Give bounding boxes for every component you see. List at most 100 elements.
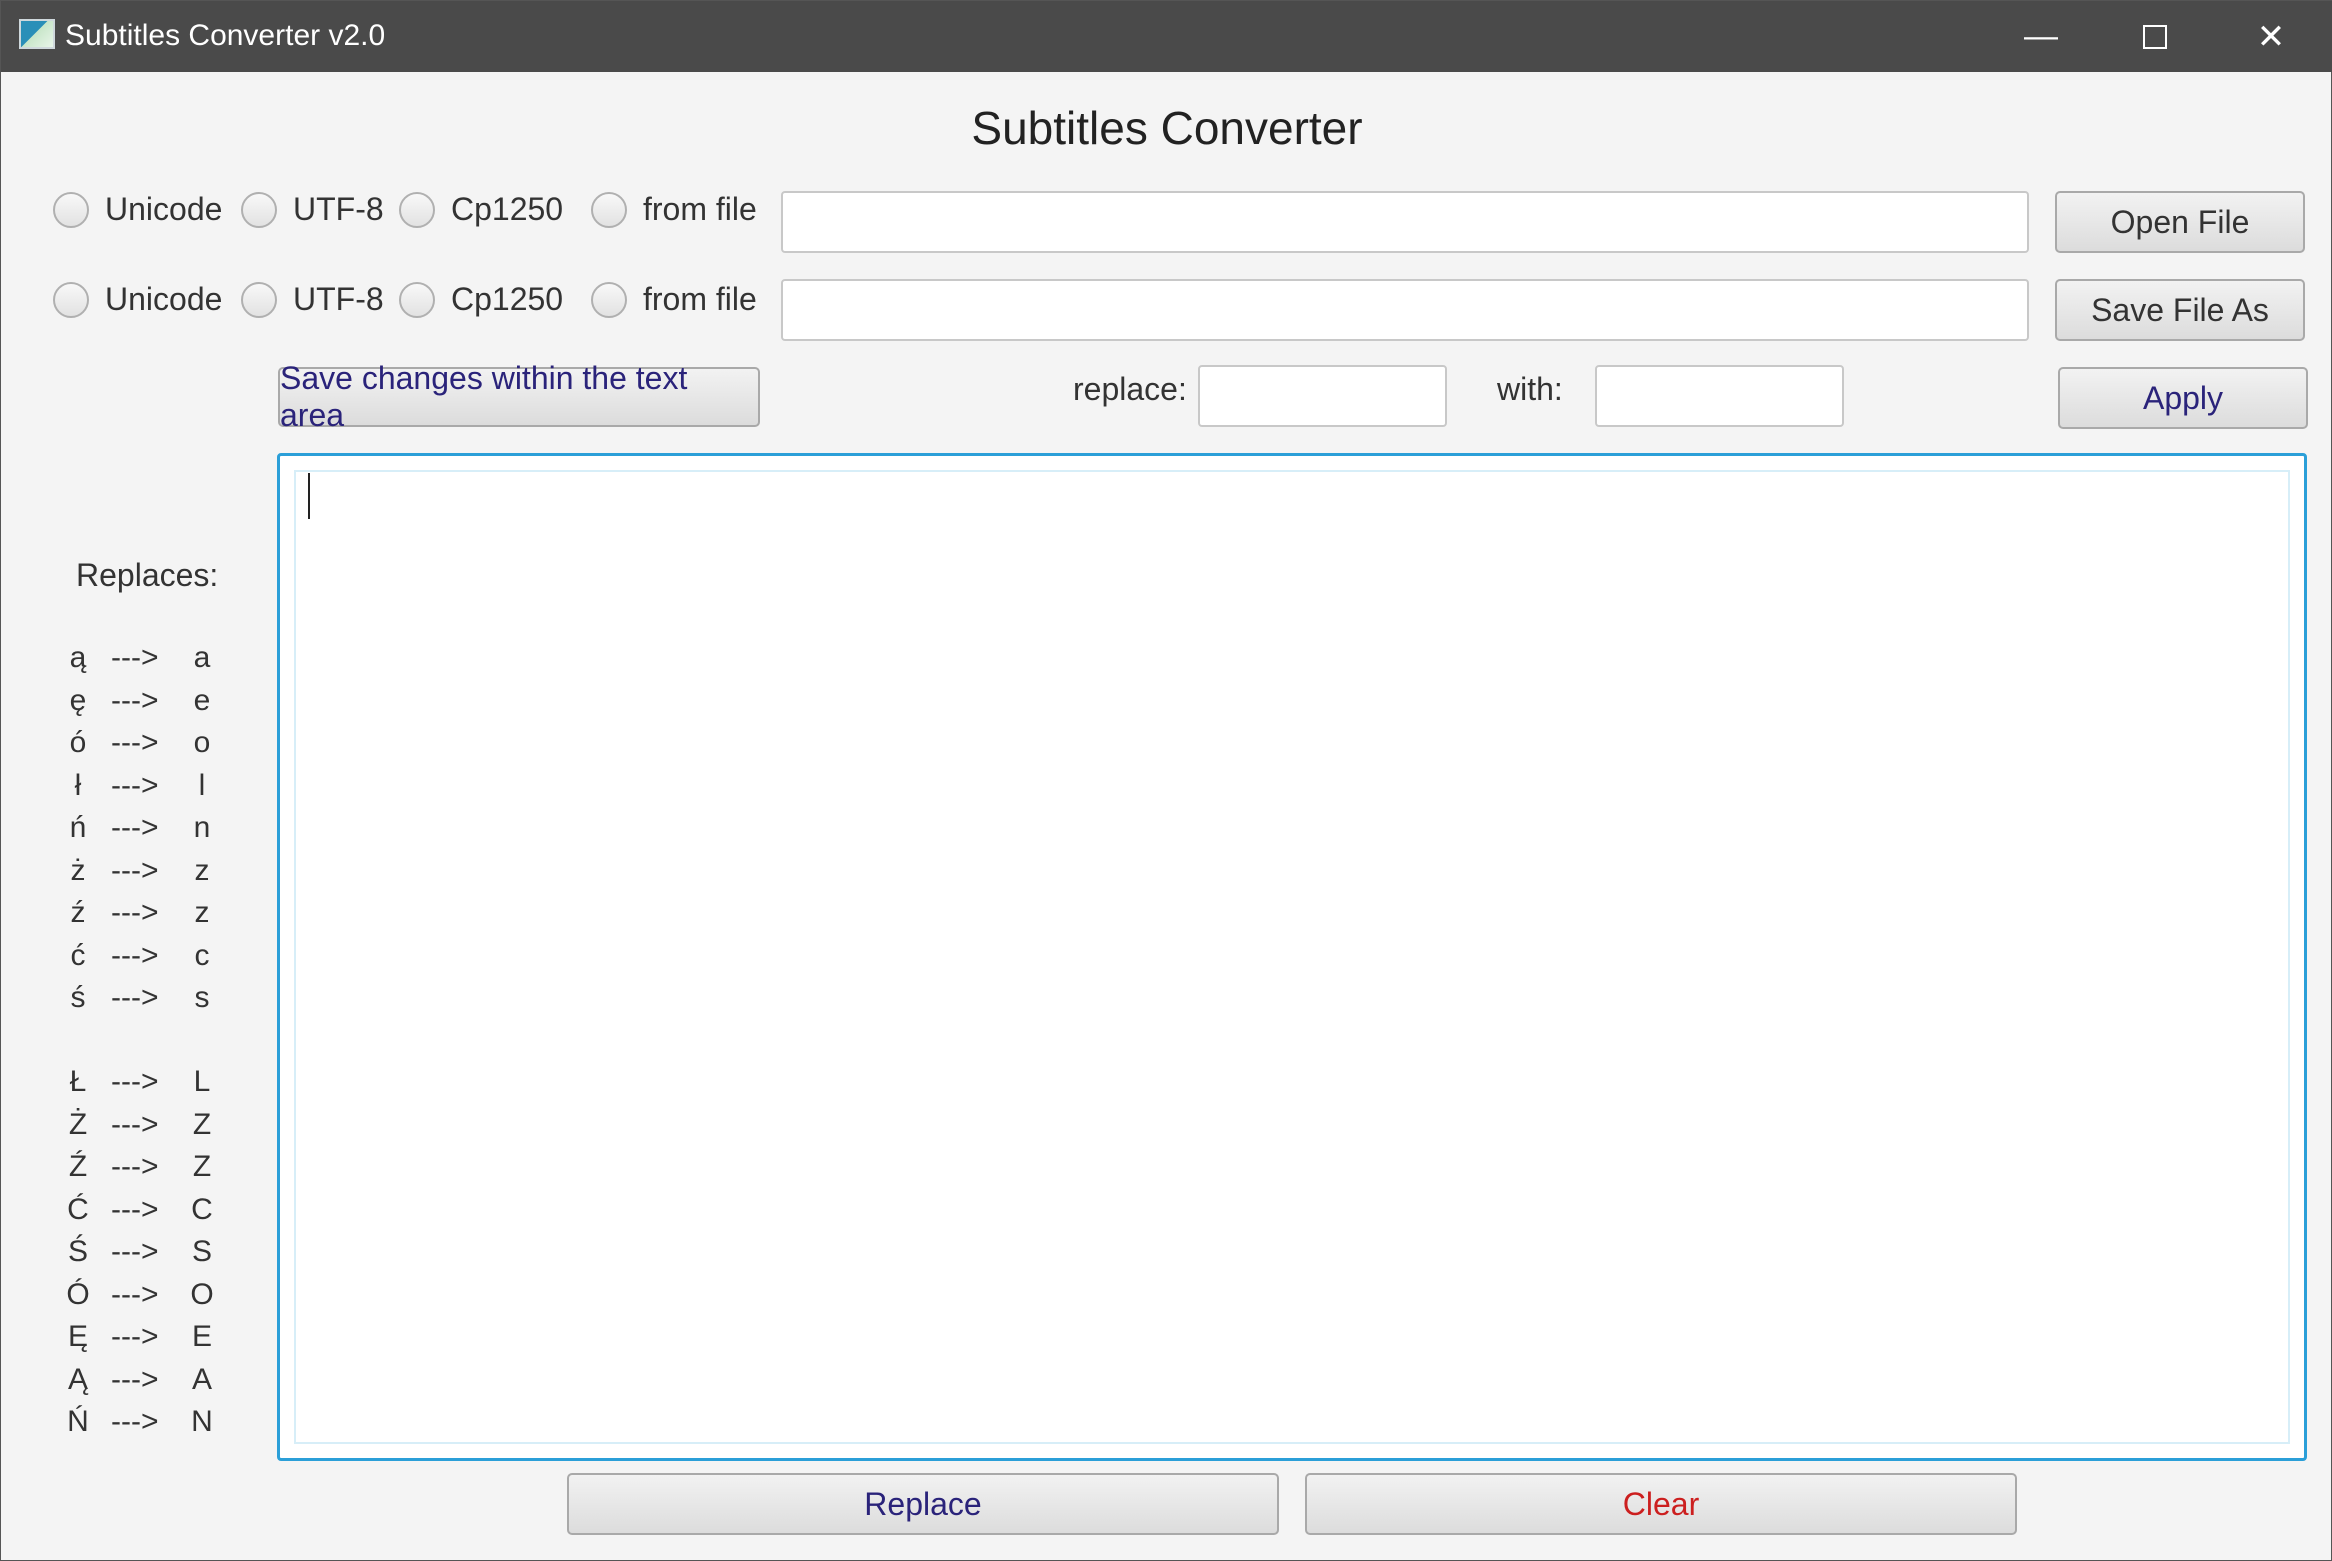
replacement-arrow: ---> [111, 683, 159, 717]
replacement-row: Ł ---> L [1, 1065, 261, 1107]
save-changes-button[interactable]: Save changes within the text area [278, 360, 760, 433]
radio-circle[interactable] [53, 281, 89, 318]
open-file-button[interactable]: Open File [2055, 191, 2305, 253]
replacement-from: ś [70, 981, 86, 1014]
minimize-button[interactable]: — [1985, 1, 2097, 72]
replacement-arrow: ---> [111, 1150, 159, 1183]
radio-circle[interactable] [591, 191, 627, 228]
output-utf8-radio[interactable]: UTF-8 [241, 281, 384, 318]
replacement-to: E [191, 1320, 212, 1353]
replacement-row: Ń ---> N [1, 1405, 261, 1447]
replacement-to: z [194, 896, 210, 929]
app-window: Subtitles Converter v2.0 — ✕ Subtitles C… [0, 0, 2332, 1561]
replace-button[interactable]: Replace [567, 1473, 1279, 1535]
replacement-row: ł ---> l [1, 769, 261, 811]
apply-button[interactable]: Apply [2058, 367, 2308, 429]
replacement-to: Z [192, 1107, 212, 1141]
replacement-row: Ś ---> S [1, 1235, 261, 1277]
replacement-from: Ś [67, 1235, 88, 1268]
radio-label: Cp1250 [451, 281, 564, 317]
replacement-arrow: ---> [111, 1065, 159, 1098]
replacement-arrow: ---> [111, 1107, 159, 1141]
replace-label: replace: [1073, 371, 1187, 407]
replacement-row: ź ---> z [1, 896, 261, 938]
radio-circle[interactable] [399, 281, 435, 318]
title-bar[interactable]: Subtitles Converter v2.0 — ✕ [1, 1, 2332, 72]
replacement-from: ę [69, 683, 87, 717]
replacement-arrow: ---> [111, 896, 159, 929]
maximize-button[interactable] [2099, 1, 2211, 72]
close-button[interactable]: ✕ [2215, 1, 2327, 72]
input-from-file-radio[interactable]: from file [591, 191, 757, 228]
minimize-icon: — [2024, 17, 2058, 55]
replacement-row: Ż ---> Z [1, 1108, 261, 1150]
radio-label: from file [643, 191, 757, 227]
replacement-arrow: ---> [111, 726, 159, 759]
replacement-arrow: ---> [111, 1277, 159, 1311]
radio-circle[interactable] [53, 191, 89, 228]
replacement-row: ć ---> c [1, 939, 261, 981]
radio-circle[interactable] [241, 191, 277, 228]
replacement-arrow: ---> [111, 641, 159, 674]
replacement-to: e [193, 683, 211, 717]
radio-circle[interactable] [591, 281, 627, 318]
output-cp1250-radio[interactable]: Cp1250 [399, 281, 563, 318]
replacement-arrow: ---> [111, 1192, 159, 1226]
replacement-row: ń ---> n [1, 811, 261, 853]
replacement-to: n [193, 811, 211, 844]
replacement-arrow: ---> [111, 1235, 159, 1268]
radio-label: Cp1250 [451, 191, 564, 227]
replacement-row: ó ---> o [1, 726, 261, 768]
replacement-arrow: ---> [111, 768, 159, 802]
replacement-to: c [194, 938, 210, 972]
replacement-to: A [191, 1362, 212, 1396]
input-file-path-field[interactable] [781, 191, 2029, 253]
replacement-from: ź [70, 896, 86, 929]
replacement-from: Ź [68, 1150, 88, 1183]
replacement-from: Ć [67, 1192, 89, 1226]
radio-circle[interactable] [241, 281, 277, 318]
replacement-row: Ę ---> E [1, 1320, 261, 1362]
replacement-to: N [191, 1405, 213, 1438]
save-file-as-button[interactable]: Save File As [2055, 279, 2305, 341]
replacement-arrow: ---> [111, 811, 159, 844]
replacement-from: Ą [67, 1362, 88, 1396]
output-from-file-radio[interactable]: from file [591, 281, 757, 318]
replacement-to: L [193, 1065, 211, 1098]
replacement-arrow: ---> [111, 1362, 159, 1396]
radio-label: Unicode [105, 281, 223, 317]
radio-label: UTF-8 [293, 281, 384, 317]
replacement-arrow: ---> [111, 938, 159, 972]
replacement-row: Ć ---> C [1, 1193, 261, 1235]
replacement-from: Ż [68, 1107, 88, 1141]
replaces-title: Replaces: [76, 557, 219, 593]
replacement-from: Ł [69, 1065, 87, 1098]
replacement-from: ó [69, 726, 87, 759]
replacement-to: Z [192, 1150, 212, 1183]
replace-input[interactable] [1198, 365, 1447, 427]
clear-button[interactable]: Clear [1305, 1473, 2017, 1535]
close-icon: ✕ [2256, 17, 2286, 56]
replacement-to: a [193, 641, 211, 674]
input-cp1250-radio[interactable]: Cp1250 [399, 191, 563, 228]
output-file-path-field[interactable] [781, 279, 2029, 341]
radio-label: UTF-8 [293, 191, 384, 227]
radio-label: Unicode [105, 191, 223, 227]
replacement-from: Ń [67, 1405, 89, 1438]
text-area-content[interactable] [294, 470, 2290, 1444]
input-utf8-radio[interactable]: UTF-8 [241, 191, 384, 228]
window-title: Subtitles Converter v2.0 [65, 19, 386, 52]
radio-label: from file [643, 281, 757, 317]
input-unicode-radio[interactable]: Unicode [53, 191, 222, 228]
output-unicode-radio[interactable]: Unicode [53, 281, 222, 318]
replacement-to: s [194, 981, 210, 1014]
maximize-icon [2143, 24, 2167, 49]
replacement-to: O [190, 1277, 214, 1311]
replacement-from: Ę [67, 1320, 88, 1353]
radio-circle[interactable] [399, 191, 435, 228]
replacement-arrow: ---> [111, 981, 159, 1014]
replacement-row: ą ---> a [1, 641, 261, 683]
subtitle-text-area[interactable] [277, 453, 2307, 1461]
replacement-to: l [198, 768, 206, 802]
with-input[interactable] [1595, 365, 1844, 427]
